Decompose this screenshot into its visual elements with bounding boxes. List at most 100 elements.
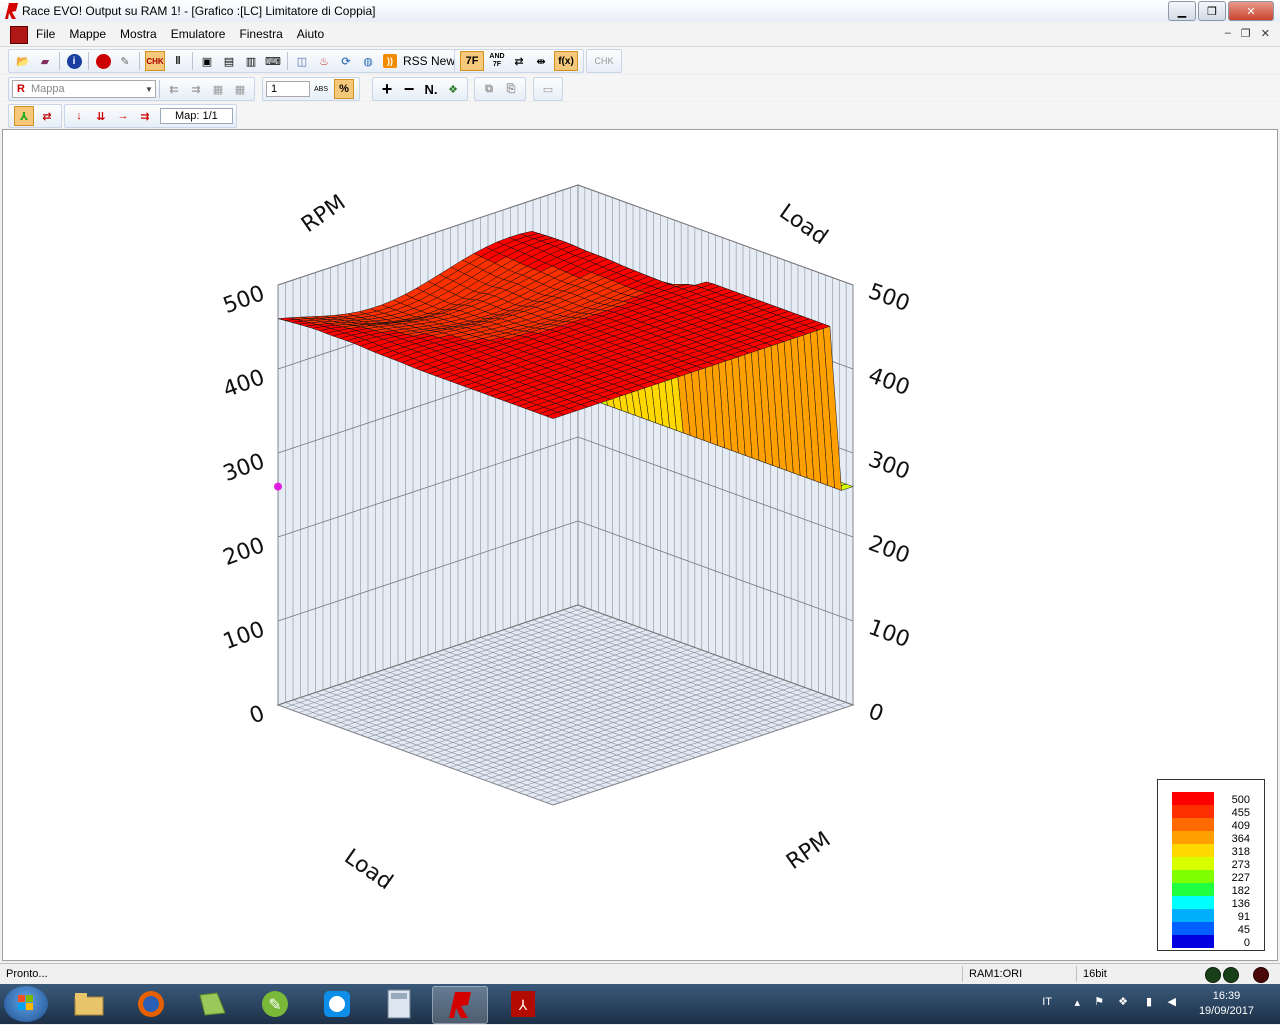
- tool-icon[interactable]: ✎: [248, 986, 302, 1022]
- function-button[interactable]: f(x): [554, 51, 578, 71]
- document-icon[interactable]: ▤: [220, 52, 238, 70]
- swap-icon[interactable]: ⇄: [510, 52, 528, 70]
- menu-mostra[interactable]: Mostra: [120, 27, 157, 41]
- windows-start-icon[interactable]: [4, 986, 48, 1022]
- flame-icon[interactable]: ♨: [315, 52, 333, 70]
- legend-swatch: [1172, 818, 1214, 831]
- menu-mappe[interactable]: Mappe: [69, 27, 106, 41]
- pdf-reader-icon[interactable]: ⅄: [496, 986, 550, 1022]
- menu-finestra[interactable]: Finestra: [239, 27, 282, 41]
- legend-value: 273: [1232, 859, 1250, 871]
- graph-window[interactable]: 0 0 100 100 200 200 300 300 400 400 500 500 Load RPM L…: [2, 129, 1278, 961]
- menu-aiuto[interactable]: Aiuto: [297, 27, 324, 41]
- minus-icon[interactable]: −: [400, 79, 418, 99]
- flag-icon[interactable]: ⚑: [1094, 995, 1104, 1008]
- legend-swatch: [1172, 883, 1214, 896]
- copy-icon[interactable]: ⧉: [480, 80, 498, 98]
- legend-swatch: [1172, 831, 1214, 844]
- rotate-right-double-icon[interactable]: ⇉: [136, 107, 154, 125]
- normalize-button[interactable]: N.: [422, 80, 440, 98]
- plus-icon[interactable]: +: [378, 79, 396, 99]
- z-tick-label-left: 100: [220, 617, 268, 655]
- checksum-icon[interactable]: CHK: [145, 51, 165, 71]
- info-icon[interactable]: i: [65, 52, 83, 70]
- legend-swatch: [1172, 909, 1214, 922]
- map-select[interactable]: R Mappa ▼: [12, 80, 156, 98]
- clock[interactable]: 16:39 19/09/2017: [1199, 989, 1254, 1019]
- z-tick-label-left: 400: [220, 365, 268, 403]
- globe-icon[interactable]: ◍: [359, 52, 377, 70]
- swap-axes-icon[interactable]: ⇄: [38, 107, 56, 125]
- calculator-icon[interactable]: [372, 986, 426, 1022]
- grid-edit-icon[interactable]: ▦: [231, 80, 249, 98]
- and-7f-button[interactable]: AND 7F: [488, 52, 506, 70]
- percent-button[interactable]: %: [334, 79, 354, 99]
- maximize-button[interactable]: ❐: [1198, 1, 1226, 21]
- title-bar: Race EVO! Output su RAM 1! - [Grafico :[…: [0, 0, 1280, 23]
- clock-time: 16:39: [1212, 990, 1241, 1002]
- surface-3d-chart[interactable]: 0 0 100 100 200 200 300 300 400 400 500 500 Load RPM L…: [3, 130, 1277, 960]
- close-button[interactable]: ✕: [1228, 1, 1274, 21]
- explorer-icon[interactable]: [62, 986, 116, 1022]
- chk-button[interactable]: CHK: [592, 52, 616, 70]
- open-file-icon[interactable]: 📂: [14, 52, 32, 70]
- rss-news-label[interactable]: RSS News: [403, 54, 461, 68]
- mdi-restore-button[interactable]: ❐: [1241, 27, 1251, 40]
- map-counter: Map: 1/1: [160, 108, 233, 124]
- rotate-right-icon[interactable]: →: [114, 107, 132, 125]
- tools-icon[interactable]: ✎: [116, 52, 134, 70]
- z-tick-label-left: 200: [220, 533, 268, 571]
- z-tick-label-right: 200: [865, 531, 913, 569]
- legend-swatch: [1172, 870, 1214, 883]
- list-icon[interactable]: ▥: [242, 52, 260, 70]
- keyboard-icon[interactable]: ⌨: [264, 52, 282, 70]
- mdi-minimize-button[interactable]: –: [1225, 27, 1231, 40]
- step-input[interactable]: [266, 81, 310, 97]
- legend-value: 182: [1232, 885, 1250, 897]
- status-bars-icon[interactable]: ‖: [169, 52, 187, 70]
- align-icon[interactable]: ⇹: [532, 52, 550, 70]
- dropbox-icon[interactable]: ❖: [1118, 995, 1128, 1008]
- minimize-button[interactable]: ▁: [1168, 1, 1196, 21]
- mdi-child-icon[interactable]: [10, 26, 28, 44]
- language-indicator[interactable]: IT: [1042, 996, 1052, 1008]
- update-icon[interactable]: ⟳: [337, 52, 355, 70]
- hex-7f-button[interactable]: 7F: [460, 51, 484, 71]
- palette-icon[interactable]: ❖: [444, 80, 462, 98]
- window-icon[interactable]: ▣: [198, 52, 216, 70]
- z-tick-label-right: 100: [865, 615, 913, 653]
- race-evo-task-icon[interactable]: [432, 986, 488, 1024]
- legend-swatch: [1172, 896, 1214, 909]
- abs-button[interactable]: ABS: [312, 80, 330, 98]
- copy-left-icon[interactable]: ⇇: [165, 80, 183, 98]
- lock-icon[interactable]: ▭: [539, 80, 557, 98]
- firefox-icon[interactable]: [124, 986, 178, 1022]
- copy-right-icon[interactable]: ⇉: [187, 80, 205, 98]
- menu-file[interactable]: File: [36, 27, 55, 41]
- teamviewer-icon[interactable]: [310, 986, 364, 1022]
- paste-icon[interactable]: ⎘: [502, 80, 520, 98]
- save-file-icon[interactable]: ▰: [36, 52, 54, 70]
- clock-date: 19/09/2017: [1198, 1005, 1254, 1017]
- led-icon: [1253, 967, 1269, 983]
- rotate-down-double-icon[interactable]: ⇊: [92, 107, 110, 125]
- rotate-down-icon[interactable]: ↓: [70, 107, 88, 125]
- rss-icon[interactable]: )): [381, 52, 399, 70]
- z-tick-label-right: 0: [865, 699, 887, 727]
- z-tick-label-left: 500: [220, 281, 268, 319]
- menu-emulatore[interactable]: Emulatore: [171, 27, 226, 41]
- folder-icon[interactable]: [186, 986, 240, 1022]
- network-icon[interactable]: ▮: [1146, 995, 1152, 1008]
- axes-3d-icon[interactable]: ⅄: [14, 106, 34, 126]
- legend-value: 227: [1232, 872, 1250, 884]
- volume-icon[interactable]: ◀: [1168, 995, 1176, 1008]
- tray-expand-icon[interactable]: ▴: [1074, 996, 1080, 1009]
- record-icon[interactable]: [94, 52, 112, 70]
- led-icon: [1205, 967, 1221, 983]
- main-toolbar: 📂 ▰ i ✎ CHK ‖ ▣ ▤ ▥ ⌨ ◫ ♨ ⟳ ◍ )) RSS New…: [0, 47, 1280, 73]
- book-icon[interactable]: ◫: [293, 52, 311, 70]
- mdi-close-button[interactable]: ✕: [1261, 27, 1270, 40]
- graph-toolbar: ⅄ ⇄ ↓ ⇊ → ⇉ Map: 1/1: [0, 102, 1280, 128]
- window-title: Race EVO! Output su RAM 1! - [Grafico :[…: [22, 4, 376, 18]
- grid-icon[interactable]: ▦: [209, 80, 227, 98]
